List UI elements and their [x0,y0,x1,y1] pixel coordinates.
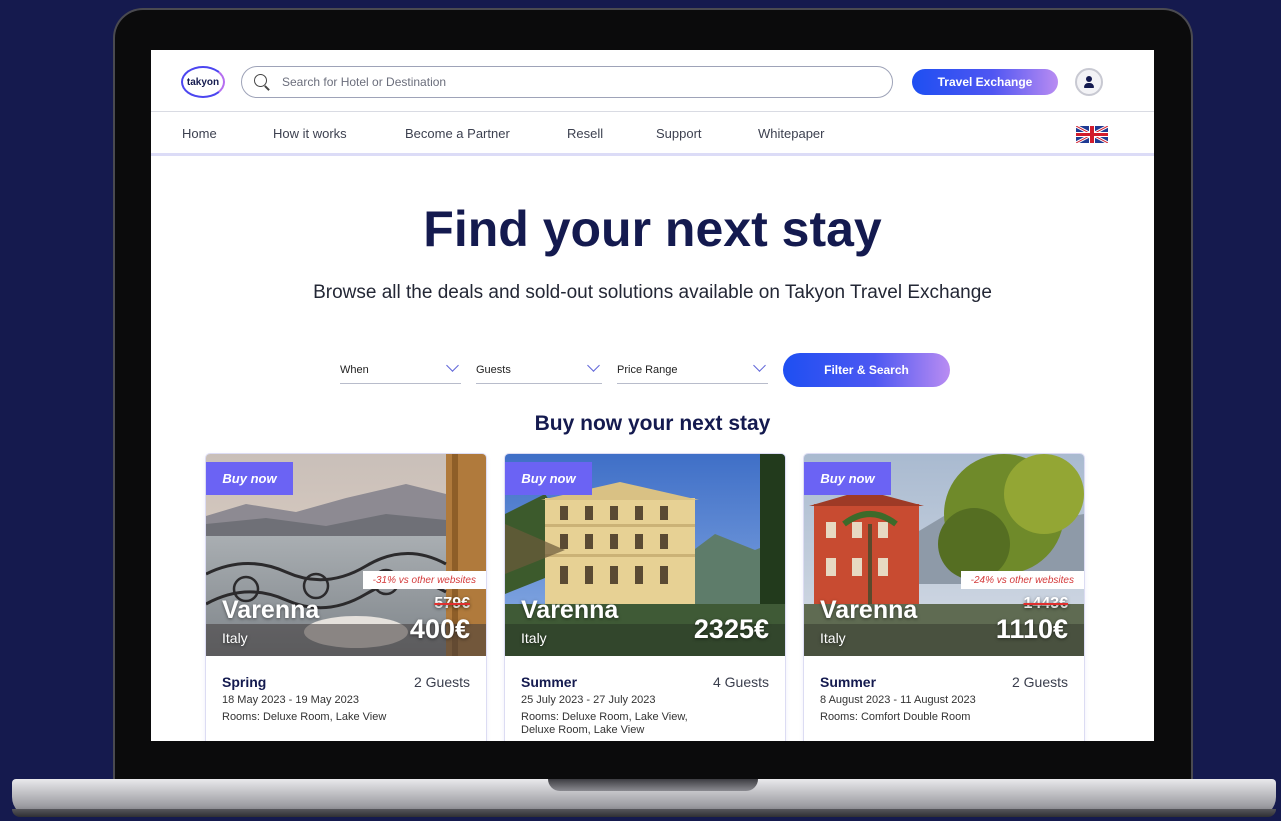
guest-count: 4 Guests [712,674,769,690]
screen: takyon Travel Exchange Home How it works… [151,50,1154,741]
deal-card[interactable]: Buy now -24% vs other websites Varenna I… [804,454,1084,741]
season: Summer [820,674,877,690]
season: Spring [222,674,267,690]
nav-resell[interactable]: Resell [567,126,603,141]
price: 400€ [409,614,470,644]
hotel-photo-villa: Buy now Varenna Italy 2325€ [505,454,785,656]
section-title: Buy now your next stay [534,412,771,435]
nav-become-partner[interactable]: Become a Partner [405,126,510,141]
nav-how-it-works[interactable]: How it works [273,126,347,141]
country-name: Italy [222,630,248,646]
stay-dates: 8 August 2023 - 11 August 2023 [820,694,976,706]
chevron-down-icon [446,359,459,372]
user-avatar-icon[interactable] [1075,68,1103,96]
season: Summer [521,674,578,690]
search-icon [252,72,272,92]
city-name: Varenna [521,596,619,624]
old-price: 1443€ [1023,595,1069,612]
room-types: Rooms: Deluxe Room, Lake View [222,711,387,723]
stay-dates: 25 July 2023 - 27 July 2023 [521,694,656,706]
nav-whitepaper[interactable]: Whitepaper [758,126,824,141]
page-subtitle: Browse all the deals and sold-out soluti… [313,282,992,303]
buy-now-badge[interactable]: Buy now [505,462,592,495]
discount-badge: -31% vs other websites [362,571,486,589]
search-input[interactable] [282,75,862,89]
takyon-logo[interactable]: takyon [181,66,225,98]
guest-count: 2 Guests [1011,674,1068,690]
guests-dropdown[interactable]: Guests [476,358,602,384]
travel-exchange-button[interactable]: Travel Exchange [912,69,1058,95]
deal-card[interactable]: Buy now -31% vs other websites Varenna I… [206,454,486,741]
city-name: Varenna [222,596,320,624]
country-name: Italy [521,630,547,646]
room-types: Rooms: Deluxe Room, Lake View, Deluxe Ro… [521,711,688,736]
chevron-down-icon [753,359,766,372]
stay-dates: 18 May 2023 - 19 May 2023 [222,694,359,706]
price: 2325€ [693,614,769,644]
nav-support[interactable]: Support [656,126,702,141]
chevron-down-icon [587,359,600,372]
price-range-dropdown[interactable]: Price Range [617,358,768,384]
country-name: Italy [820,630,846,646]
laptop-notch [548,779,758,791]
guests-label: Guests [476,364,511,376]
deal-card[interactable]: Buy now Varenna Italy 2325€ Summer 4 Gue… [505,454,785,741]
hotel-photo-lake-balcony: Buy now -31% vs other websites Varenna I… [206,454,486,656]
buy-now-badge[interactable]: Buy now [804,462,891,495]
filter-search-button[interactable]: Filter & Search [783,353,950,387]
old-price: 579€ [434,595,470,612]
buy-now-badge[interactable]: Buy now [206,462,293,495]
when-dropdown[interactable]: When [340,358,461,384]
header: takyon Travel Exchange [151,50,1154,112]
room-types: Rooms: Comfort Double Room [820,711,971,723]
search-bar[interactable] [241,66,893,98]
uk-flag-icon[interactable] [1076,126,1108,143]
page-title: Find your next stay [423,201,882,257]
price: 1110€ [995,614,1068,644]
main-nav: Home How it works Become a Partner Resel… [151,112,1154,156]
city-name: Varenna [820,596,918,624]
price-range-label: Price Range [617,364,678,376]
hotel-photo-red-villa: Buy now -24% vs other websites Varenna I… [804,454,1084,656]
when-label: When [340,364,369,376]
discount-badge: -24% vs other websites [960,571,1084,589]
nav-home[interactable]: Home [182,126,217,141]
guest-count: 2 Guests [413,674,470,690]
